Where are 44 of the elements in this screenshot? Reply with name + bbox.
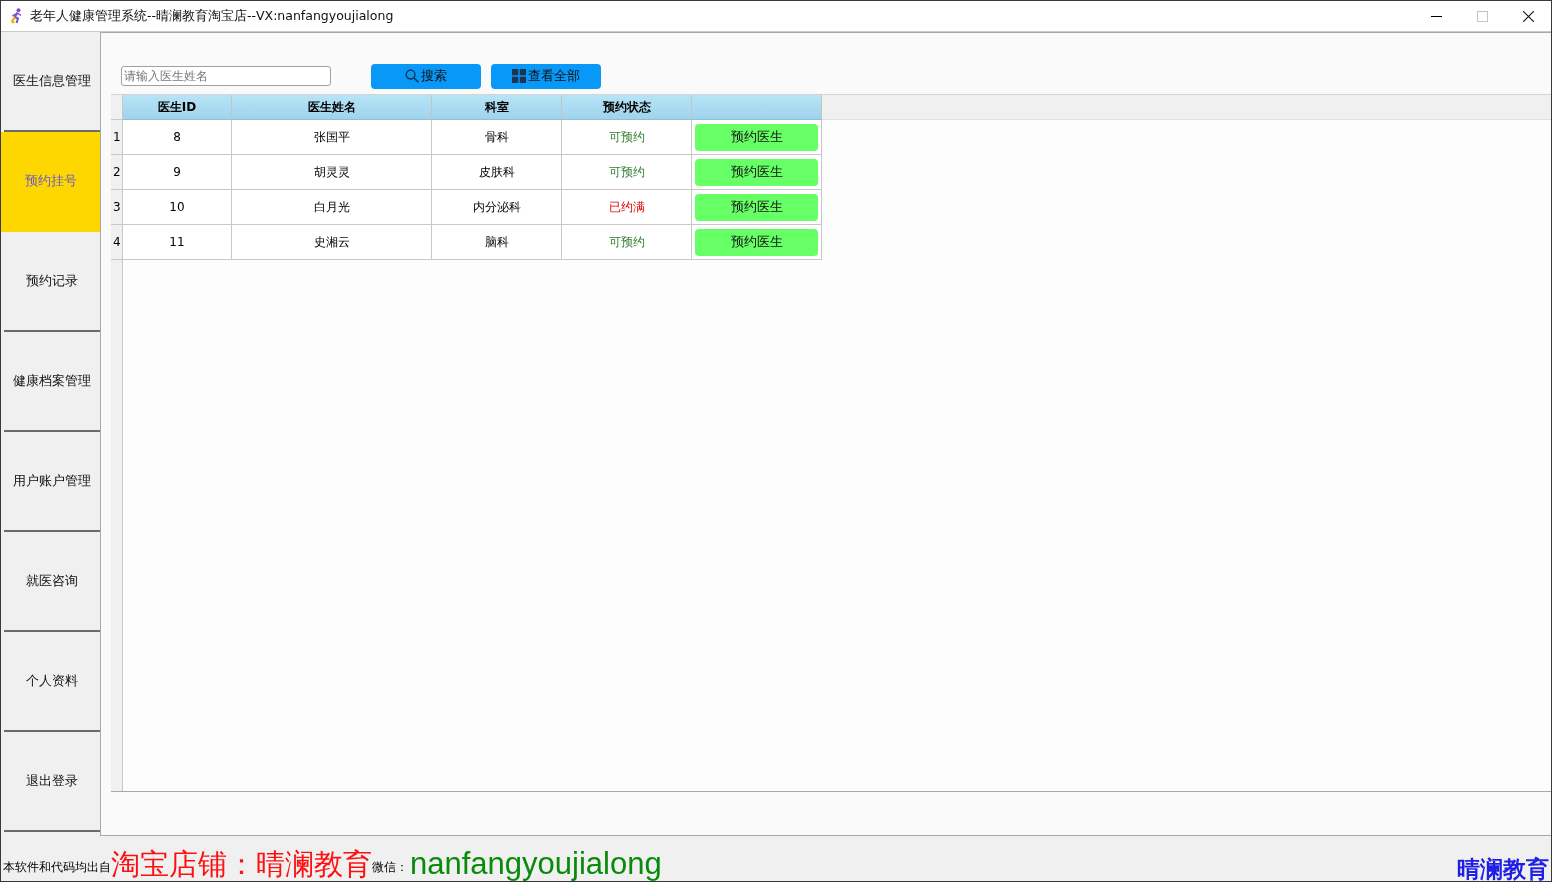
wechat-label: 微信： — [372, 860, 408, 874]
table-cell: 张国平 — [232, 120, 432, 155]
table-cell: 皮肤科 — [432, 155, 562, 190]
table-cell: 脑科 — [432, 225, 562, 260]
search-field[interactable]: 请输入医生姓名 — [121, 66, 331, 86]
search-icon — [405, 69, 419, 83]
row-number: 4 — [111, 225, 123, 260]
window-title: 老年人健康管理系统--晴澜教育淘宝店--VX:nanfangyoujialong — [30, 7, 394, 25]
close-icon — [1522, 10, 1534, 22]
table-cell: 胡灵灵 — [232, 155, 432, 190]
grid-icon — [512, 69, 526, 83]
table-cell: 骨科 — [432, 120, 562, 155]
table-cell: 11 — [123, 225, 232, 260]
table-cell: 史湘云 — [232, 225, 432, 260]
table-cell: 8 — [123, 120, 232, 155]
row-number: 1 — [111, 120, 123, 155]
status-text: 已约满 — [608, 198, 645, 216]
book-doctor-button[interactable]: 预约医生 — [695, 123, 818, 151]
wechat-id: nanfangyoujialong — [410, 846, 662, 881]
book-doctor-button[interactable]: 预约医生 — [695, 193, 818, 221]
column-header: 科室 — [432, 95, 562, 120]
column-header: 预约状态 — [562, 95, 692, 120]
status-text: 可预约 — [608, 163, 645, 181]
shop-name: 淘宝店铺：晴澜教育 — [111, 849, 372, 881]
status-text: 可预约 — [608, 128, 645, 146]
row-number: 3 — [111, 190, 123, 225]
search-button[interactable]: 搜索 — [371, 63, 481, 89]
column-header: 医生ID — [123, 95, 232, 120]
table-cell: 白月光 — [232, 190, 432, 225]
book-doctor-button[interactable]: 预约医生 — [695, 228, 818, 256]
brand-text: 晴澜教育 — [1457, 856, 1549, 881]
view-all-button[interactable]: 查看全部 — [491, 63, 601, 89]
column-header: 医生姓名 — [232, 95, 432, 120]
status-text: 可预约 — [608, 233, 645, 251]
book-doctor-button[interactable]: 预约医生 — [695, 158, 818, 186]
maximize-icon — [1476, 10, 1488, 22]
running-figure-icon — [10, 8, 24, 24]
footer-note: 本软件和代码均出自 — [3, 860, 111, 875]
table-cell: 10 — [123, 190, 232, 225]
sidebar-item[interactable]: 预约挂号 — [1, 132, 100, 232]
table-cell: 9 — [123, 155, 232, 190]
table-cell: 内分泌科 — [432, 190, 562, 225]
minimize-icon — [1430, 15, 1442, 17]
row-number: 2 — [111, 155, 123, 190]
